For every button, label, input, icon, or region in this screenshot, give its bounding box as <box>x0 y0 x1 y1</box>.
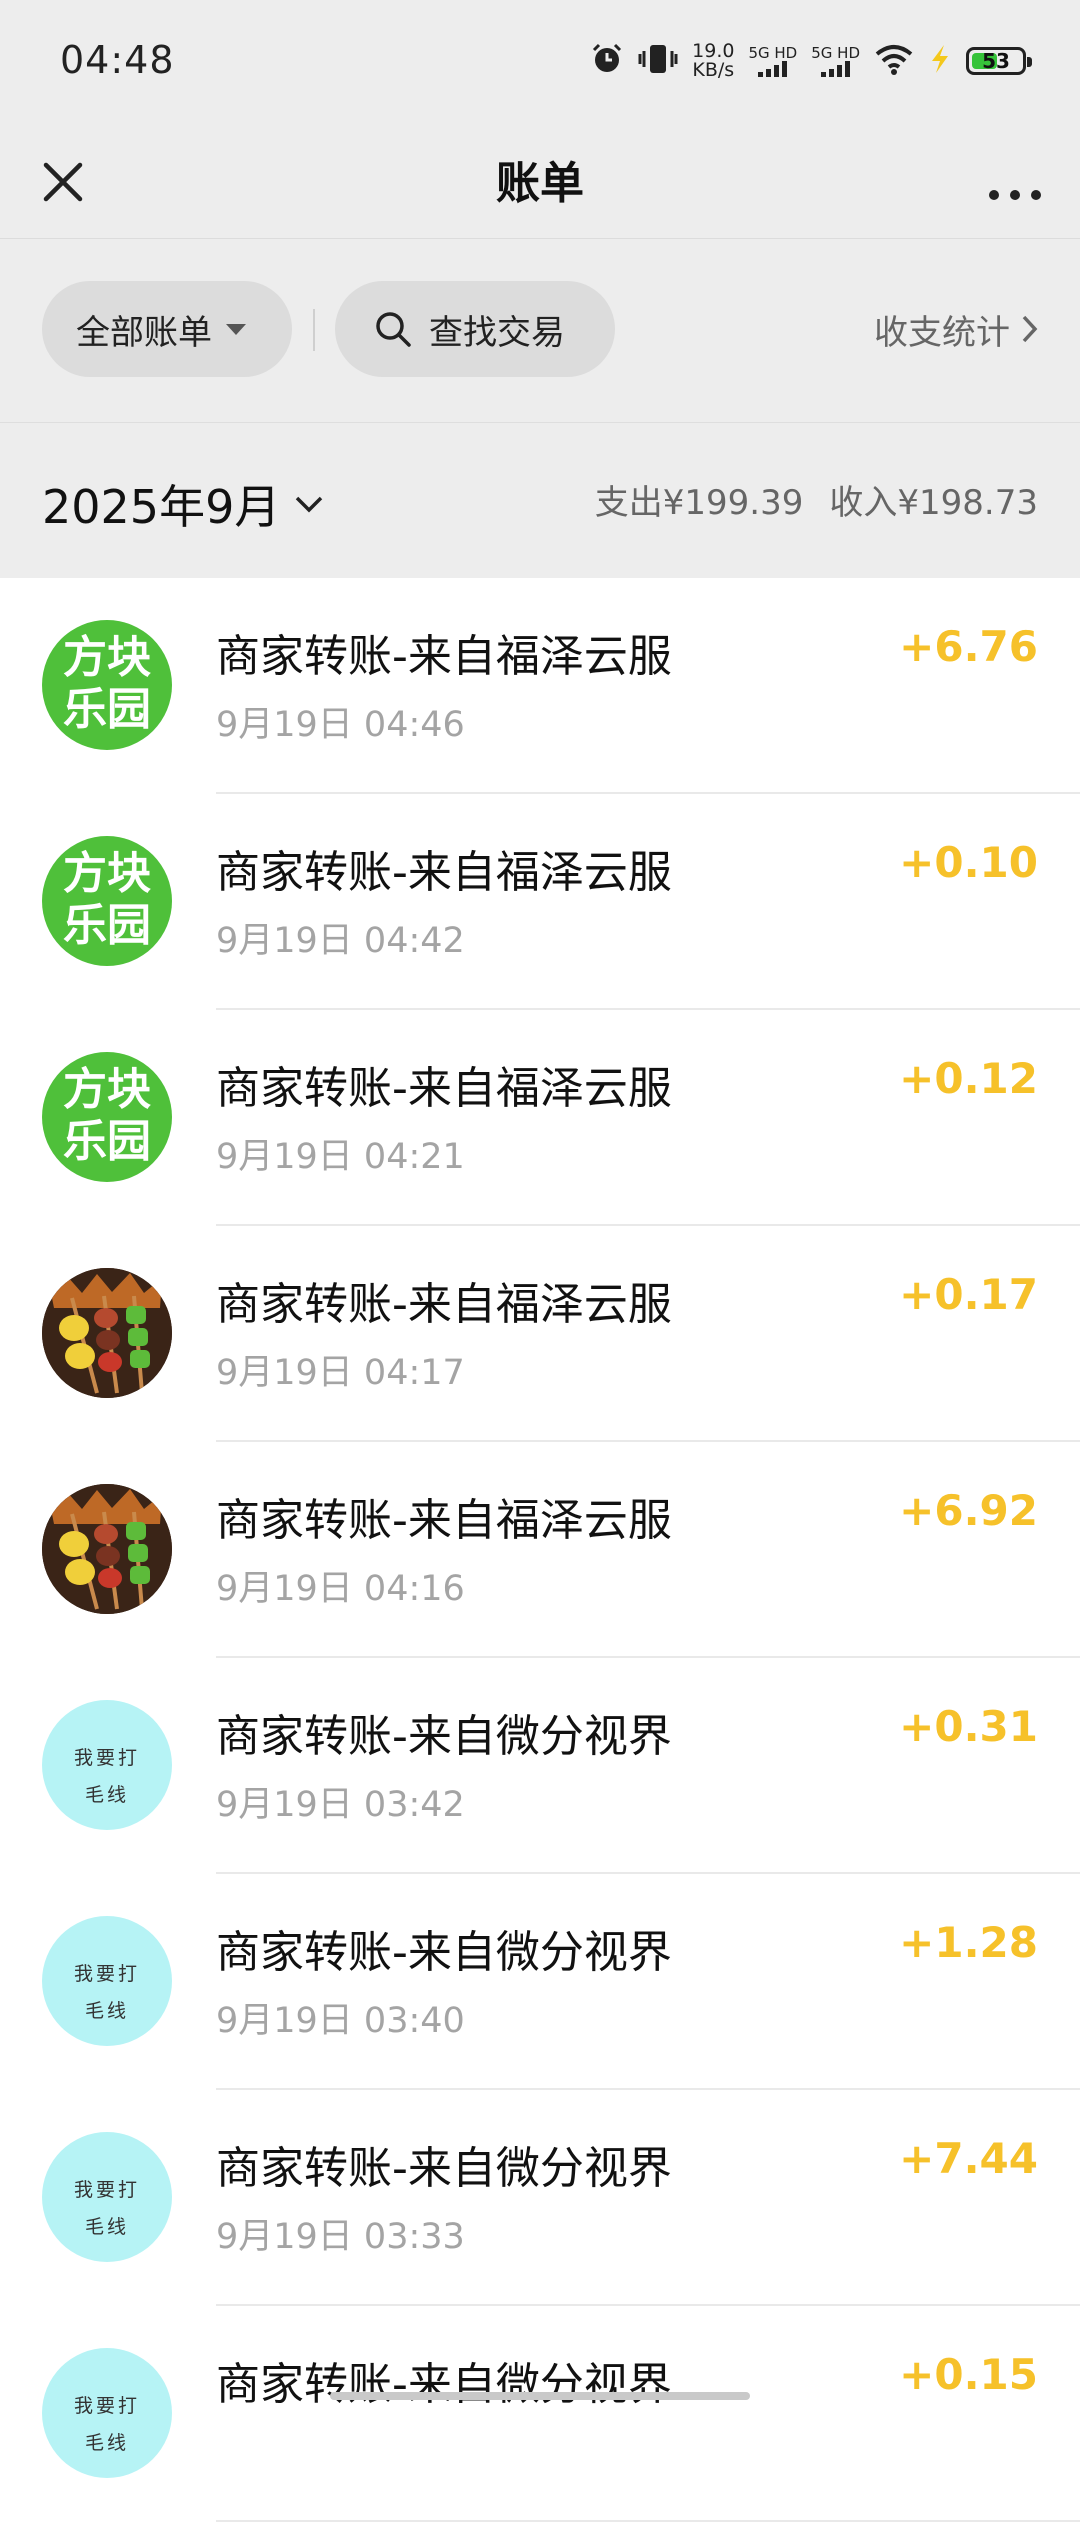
status-bar: 04:48 19.0 KB/s 5G HD 5G HD 53 <box>0 0 1080 125</box>
merchant-avatar <box>42 1484 172 1614</box>
transaction-row[interactable]: 我要打 毛线 商家转账-来自微分视界 +0.15 <box>0 2306 1080 2522</box>
transaction-title: 商家转账-来自福泽云服 <box>216 847 672 898</box>
home-indicator[interactable] <box>330 2392 750 2400</box>
net-speed: 19.0 KB/s <box>692 40 735 81</box>
more-icon <box>989 190 1041 200</box>
month-expense: 支出¥199.39 <box>594 483 804 523</box>
battery-icon: 53 <box>966 47 1032 75</box>
transaction-time: 9月19日 04:21 <box>216 1137 465 1177</box>
search-icon <box>376 312 411 347</box>
merchant-avatar: 方块 乐园 <box>42 1052 172 1182</box>
status-time: 04:48 <box>60 38 175 82</box>
merchant-avatar <box>42 1268 172 1398</box>
transaction-title: 商家转账-来自福泽云服 <box>216 631 672 682</box>
transaction-amount: +0.15 <box>899 2350 1038 2399</box>
signal-icon: 5G HD <box>748 45 797 77</box>
filter-divider <box>313 309 315 351</box>
transaction-list: 方块 乐园 商家转账-来自福泽云服 9月19日 04:46 +6.76 方块 乐园 商家转账-… <box>0 578 1080 2522</box>
transaction-time: 9月19日 03:40 <box>216 2001 465 2041</box>
transaction-row[interactable]: 商家转账-来自福泽云服 9月19日 04:17 +0.17 <box>0 1226 1080 1442</box>
transaction-title: 商家转账-来自微分视界 <box>216 1927 672 1978</box>
all-bills-label: 全部账单 <box>76 312 212 353</box>
transaction-title: 商家转账-来自微分视界 <box>216 1711 672 1762</box>
header: 账单 <box>0 125 1080 239</box>
signal-icon-2: 5G HD <box>811 45 860 77</box>
transaction-row[interactable]: 方块 乐园 商家转账-来自福泽云服 9月19日 04:21 +0.12 <box>0 1010 1080 1226</box>
merchant-avatar: 我要打 毛线 <box>42 2348 172 2478</box>
transaction-title: 商家转账-来自微分视界 <box>216 2359 672 2410</box>
status-icons: 19.0 KB/s 5G HD 5G HD 53 <box>590 36 1032 86</box>
transaction-title: 商家转账-来自福泽云服 <box>216 1063 672 1114</box>
month-income: 收入¥198.73 <box>829 483 1038 523</box>
transaction-row[interactable]: 商家转账-来自福泽云服 9月19日 04:16 +6.92 <box>0 1442 1080 1658</box>
transaction-row[interactable]: 我要打 毛线 商家转账-来自微分视界 9月19日 03:40 +1.28 <box>0 1874 1080 2090</box>
transaction-time: 9月19日 04:42 <box>216 921 465 961</box>
transaction-time: 9月19日 04:17 <box>216 1353 465 1393</box>
transaction-amount: +0.31 <box>899 1702 1038 1751</box>
merchant-avatar: 我要打 毛线 <box>42 1916 172 2046</box>
transaction-row[interactable]: 方块 乐园 商家转账-来自福泽云服 9月19日 04:46 +6.76 <box>0 578 1080 794</box>
transaction-time: 9月19日 04:46 <box>216 705 465 745</box>
transaction-amount: +7.44 <box>899 2134 1038 2183</box>
transaction-amount: +0.12 <box>899 1054 1038 1103</box>
transaction-row[interactable]: 我要打 毛线 商家转账-来自微分视界 9月19日 03:33 +7.44 <box>0 2090 1080 2306</box>
search-transactions-button[interactable]: 查找交易 <box>335 281 615 377</box>
more-button[interactable] <box>980 147 1050 217</box>
transaction-title: 商家转账-来自福泽云服 <box>216 1279 672 1330</box>
transaction-time: 9月19日 03:42 <box>216 1785 465 1825</box>
chevron-right-icon <box>1022 315 1038 343</box>
transaction-amount: +0.17 <box>899 1270 1038 1319</box>
search-label: 查找交易 <box>429 312 565 353</box>
transaction-amount: +1.28 <box>899 1918 1038 1967</box>
vibrate-icon <box>638 42 678 80</box>
merchant-avatar: 我要打 毛线 <box>42 2132 172 2262</box>
transaction-time: 9月19日 04:16 <box>216 1569 465 1609</box>
transaction-time: 9月19日 03:33 <box>216 2217 465 2257</box>
transaction-title: 商家转账-来自福泽云服 <box>216 1495 672 1546</box>
alarm-icon <box>590 42 624 80</box>
income-expense-stats-link[interactable]: 收支统计 <box>874 299 1040 359</box>
month-bar: 2025年9月 支出¥199.39 收入¥198.73 <box>0 423 1080 578</box>
transaction-row[interactable]: 我要打 毛线 商家转账-来自微分视界 9月19日 03:42 +0.31 <box>0 1658 1080 1874</box>
transaction-row[interactable]: 方块 乐园 商家转账-来自福泽云服 9月19日 04:42 +0.10 <box>0 794 1080 1010</box>
month-selector[interactable]: 2025年9月 <box>42 471 324 537</box>
month-summary: 支出¥199.39 收入¥198.73 <box>595 475 1038 524</box>
merchant-avatar: 方块 乐园 <box>42 620 172 750</box>
merchant-avatar: 方块 乐园 <box>42 836 172 966</box>
caret-down-icon <box>226 323 246 335</box>
wifi-icon <box>874 43 914 79</box>
transaction-amount: +6.92 <box>899 1486 1038 1535</box>
month-label: 2025年9月 <box>42 480 281 534</box>
page-title: 账单 <box>496 158 584 209</box>
transaction-amount: +6.76 <box>899 622 1038 671</box>
filter-row: 全部账单 查找交易 收支统计 <box>0 239 1080 423</box>
chevron-down-icon <box>296 496 323 513</box>
all-bills-filter[interactable]: 全部账单 <box>42 281 292 377</box>
charging-icon <box>928 43 952 79</box>
stats-label: 收支统计 <box>874 312 1010 353</box>
transaction-amount: +0.10 <box>899 838 1038 887</box>
transaction-title: 商家转账-来自微分视界 <box>216 2143 672 2194</box>
merchant-avatar: 我要打 毛线 <box>42 1700 172 1830</box>
